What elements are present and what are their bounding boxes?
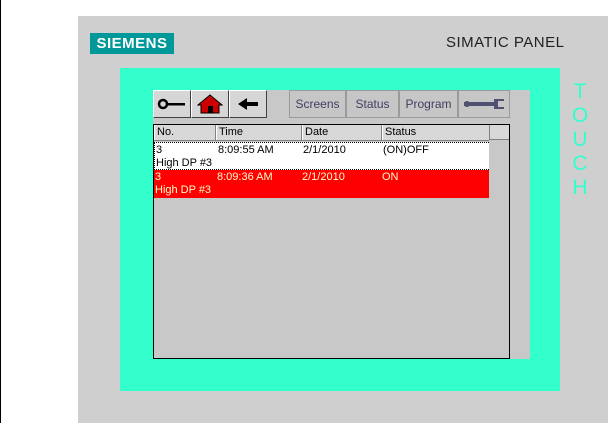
column-header-date[interactable]: Date bbox=[302, 125, 382, 140]
scrollbar-corner bbox=[489, 125, 509, 140]
settings-button[interactable] bbox=[458, 90, 510, 118]
alarm-date: 2/1/2010 bbox=[302, 171, 345, 183]
alarm-time: 8:09:36 AM bbox=[217, 171, 273, 183]
column-header-time[interactable]: Time bbox=[216, 125, 302, 140]
column-header-no[interactable]: No. bbox=[154, 125, 216, 140]
alarm-text: High DP #3 bbox=[156, 157, 213, 169]
window-border bbox=[0, 0, 1, 423]
touch-letter-5: H bbox=[572, 176, 588, 199]
hmi-screen: Screens Status Program No. Time Date Sta… bbox=[153, 90, 530, 359]
alarm-scrollbar[interactable] bbox=[489, 125, 509, 358]
touch-letter-2: O bbox=[571, 104, 589, 127]
brand-logo: SIEMENS bbox=[90, 33, 174, 54]
alarm-row[interactable]: 3 8:09:36 AM 2/1/2010 ON High DP #3 bbox=[154, 170, 509, 198]
hmi-panel: SIEMENS SIMATIC PANEL T O U C H Screens … bbox=[78, 16, 608, 423]
program-button[interactable]: Program bbox=[399, 90, 458, 118]
wrench-icon bbox=[464, 99, 504, 109]
home-button[interactable] bbox=[191, 90, 229, 118]
screens-button[interactable]: Screens bbox=[289, 90, 346, 118]
back-arrow-icon bbox=[238, 98, 258, 110]
touch-letter-4: C bbox=[572, 152, 588, 175]
alarm-view: No. Time Date Status 3 8:09:55 AM 2/1/20… bbox=[153, 124, 510, 359]
toolbar: Screens Status Program bbox=[153, 90, 530, 118]
touch-label: T O U C H bbox=[568, 80, 592, 200]
login-button[interactable] bbox=[153, 90, 191, 118]
alarm-date: 2/1/2010 bbox=[303, 144, 346, 156]
touch-letter-3: U bbox=[572, 128, 588, 151]
alarm-status: (ON)OFF bbox=[383, 144, 429, 156]
key-icon bbox=[157, 98, 185, 110]
model-label: SIMATIC PANEL bbox=[446, 34, 565, 51]
alarm-no: 3 bbox=[155, 171, 162, 183]
status-button[interactable]: Status bbox=[346, 90, 399, 118]
alarm-time: 8:09:55 AM bbox=[218, 144, 274, 156]
back-button[interactable] bbox=[229, 90, 267, 118]
alarm-text: High DP #3 bbox=[155, 184, 212, 196]
home-icon bbox=[197, 94, 223, 114]
alarm-status: ON bbox=[382, 171, 399, 183]
touch-letter-1: T bbox=[573, 80, 587, 103]
alarm-row[interactable]: 3 8:09:55 AM 2/1/2010 (ON)OFF High DP #3 bbox=[154, 142, 509, 170]
alarm-header: No. Time Date Status bbox=[154, 125, 509, 141]
alarm-no: 3 bbox=[156, 144, 163, 156]
